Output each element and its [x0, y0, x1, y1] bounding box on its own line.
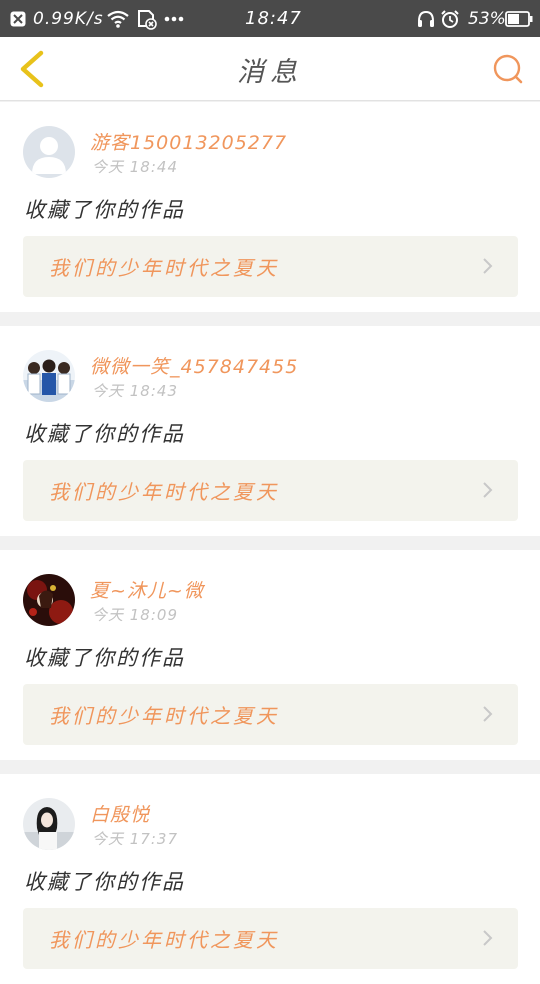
- battery-percent: 53%: [468, 8, 506, 29]
- chevron-right-icon: [483, 258, 493, 274]
- battery-icon: [505, 0, 533, 37]
- chevron-right-icon: [483, 930, 493, 946]
- user-avatar[interactable]: [23, 350, 75, 402]
- work-title: 我们的少年时代之夏天: [49, 704, 279, 728]
- headset-icon: [417, 0, 435, 37]
- user-avatar[interactable]: [23, 126, 75, 178]
- chevron-right-icon: [483, 482, 493, 498]
- username[interactable]: 白殷悦: [90, 800, 150, 827]
- action-text: 收藏了你的作品: [24, 646, 185, 670]
- page-title: 消息: [237, 56, 303, 88]
- header-bar: 消息: [0, 37, 540, 101]
- action-text: 收藏了你的作品: [24, 870, 185, 894]
- action-text: 收藏了你的作品: [24, 198, 185, 222]
- timestamp: 今天 18:43: [92, 382, 178, 400]
- no-sim-icon: [136, 0, 158, 37]
- username[interactable]: 夏~沐儿~微: [90, 576, 204, 603]
- more-dots-icon: [164, 0, 184, 37]
- work-link[interactable]: 我们的少年时代之夏天: [23, 236, 518, 297]
- search-icon: [493, 54, 523, 84]
- message-card: 白殷悦 今天 17:37 收藏了你的作品 我们的少年时代之夏天: [0, 774, 540, 984]
- user-avatar[interactable]: [23, 574, 75, 626]
- notification-close-icon: [10, 0, 26, 37]
- work-link[interactable]: 我们的少年时代之夏天: [23, 684, 518, 745]
- message-card: 夏~沐儿~微 今天 18:09 收藏了你的作品 我们的少年时代之夏天: [0, 550, 540, 760]
- message-card: 微微一笑_457847455 今天 18:43 收藏了你的作品 我们的少年时代之…: [0, 326, 540, 536]
- timestamp: 今天 18:44: [92, 158, 178, 176]
- username[interactable]: 游客15001320527​7: [90, 128, 287, 155]
- work-title: 我们的少年时代之夏天: [49, 256, 279, 280]
- action-text: 收藏了你的作品: [24, 422, 185, 446]
- alarm-icon: [440, 0, 460, 37]
- search-button[interactable]: [490, 51, 526, 87]
- timestamp: 今天 18:09: [92, 606, 178, 624]
- user-avatar[interactable]: [23, 798, 75, 850]
- clock: 18:47: [245, 8, 302, 29]
- timestamp: 今天 17:37: [92, 830, 178, 848]
- username[interactable]: 微微一笑_457847455: [90, 352, 298, 379]
- message-card: 游客15001320527​7 今天 18:44 收藏了你的作品 我们的少年时代…: [0, 102, 540, 312]
- work-title: 我们的少年时代之夏天: [49, 480, 279, 504]
- chevron-right-icon: [483, 706, 493, 722]
- wifi-icon: [106, 0, 130, 37]
- net-speed: 0.99K/s: [33, 8, 104, 29]
- work-link[interactable]: 我们的少年时代之夏天: [23, 460, 518, 521]
- status-bar: 0.99K/s 18:47 53%: [0, 0, 540, 37]
